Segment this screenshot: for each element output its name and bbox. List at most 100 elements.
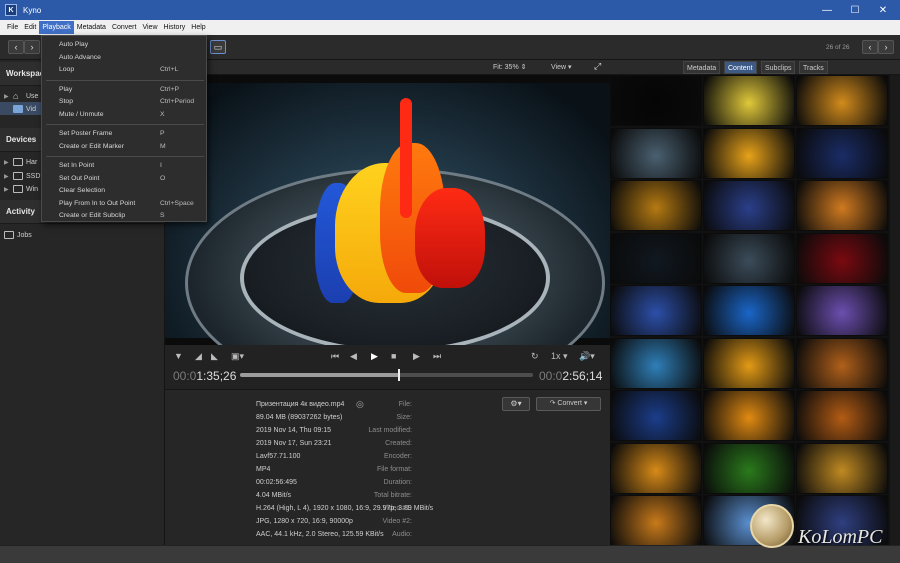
view-mode-icon[interactable]: ▭ — [210, 40, 226, 54]
tab-subclips[interactable]: Subclips — [761, 61, 796, 74]
menu-item-create-or-edit-subclip[interactable]: Create or Edit Subclip S — [42, 210, 206, 222]
menu-item-auto-play[interactable]: Auto Play — [42, 39, 206, 51]
menu-item-set-in-point[interactable]: Set In Point I — [42, 160, 206, 172]
marker-icon[interactable]: ▼ — [174, 351, 183, 361]
step-back-icon[interactable]: ◀ — [350, 351, 357, 362]
clip-thumbnail[interactable] — [703, 232, 795, 284]
fullscreen-icon[interactable]: ⤢ — [594, 61, 601, 72]
view-menu-button[interactable]: View ▾ — [551, 60, 572, 75]
menu-convert[interactable]: Convert — [109, 21, 140, 34]
content-thumbnail-grid — [610, 75, 890, 546]
in-point-icon[interactable]: ◢ — [195, 351, 202, 362]
menu-item-stop[interactable]: Stop Ctrl+Period — [42, 96, 206, 108]
back-arrow-icon[interactable]: ‹ — [8, 40, 24, 54]
menu-item-set-poster-frame[interactable]: Set Poster Frame P — [42, 128, 206, 140]
clip-thumbnail[interactable] — [796, 180, 888, 231]
tab-tracks[interactable]: Tracks — [799, 61, 828, 74]
forward-arrow-icon[interactable]: › — [24, 40, 40, 54]
loop-icon[interactable]: ↻ — [531, 351, 539, 362]
clip-thumbnail[interactable] — [610, 75, 702, 126]
clip-thumbnail[interactable] — [796, 127, 888, 179]
clip-thumbnail[interactable] — [610, 232, 702, 284]
menu-item-label: Mute / Unmute — [59, 110, 104, 118]
out-point-icon[interactable]: ◣ — [211, 351, 218, 362]
clip-thumbnail[interactable] — [703, 390, 795, 441]
menu-item-loop[interactable]: Loop Ctrl+L — [42, 64, 206, 76]
device-item-ssd[interactable]: ▶ SSD — [4, 170, 40, 182]
reveal-file-icon[interactable]: ◎ — [356, 398, 364, 411]
menu-help[interactable]: Help — [188, 21, 208, 34]
menu-item-clear-selection[interactable]: Clear Selection — [42, 185, 206, 197]
info-row: File format: MP4 — [165, 463, 610, 476]
subclip-icon[interactable]: ▣▾ — [231, 351, 244, 362]
clip-thumbnail[interactable] — [610, 495, 702, 546]
tab-content[interactable]: Content — [724, 61, 757, 74]
minimize-icon[interactable]: — — [812, 0, 842, 20]
clip-thumbnail[interactable] — [610, 127, 702, 179]
clip-thumbnail[interactable] — [796, 75, 888, 126]
clip-thumbnail[interactable] — [610, 285, 702, 336]
menu-item-set-out-point[interactable]: Set Out Point O — [42, 173, 206, 185]
menu-playback[interactable]: Playback — [39, 21, 74, 34]
clip-thumbnail[interactable] — [610, 390, 702, 441]
clip-thumbnail[interactable] — [703, 75, 795, 126]
menu-item-play[interactable]: Play Ctrl+P — [42, 84, 206, 96]
clip-thumbnail[interactable] — [703, 285, 795, 336]
workspace-item-video[interactable]: Vid — [4, 103, 36, 115]
menu-file[interactable]: File — [4, 21, 21, 34]
clip-thumbnail[interactable] — [796, 442, 888, 494]
play-icon[interactable]: ▶ — [371, 351, 378, 362]
menu-view[interactable]: View — [139, 21, 160, 34]
clip-thumbnail[interactable] — [796, 390, 888, 441]
menu-edit[interactable]: Edit — [21, 21, 39, 34]
playback-speed-select[interactable]: 1x ▾ — [551, 351, 568, 362]
maximize-icon[interactable]: ☐ — [840, 0, 870, 20]
playhead-handle[interactable] — [398, 369, 400, 381]
clip-thumbnail[interactable] — [703, 180, 795, 231]
info-row: Duration: 00:02:56:495 — [165, 476, 610, 489]
expand-caret-icon[interactable]: ▶ — [4, 159, 10, 166]
clip-thumbnail[interactable] — [796, 232, 888, 284]
clip-thumbnail[interactable] — [703, 337, 795, 389]
device-item-hard-drive[interactable]: ▶ Har — [4, 156, 37, 168]
fit-zoom-select[interactable]: Fit: 35% ⇕ — [493, 60, 527, 75]
go-to-end-icon[interactable]: ⏭ — [433, 351, 441, 362]
clip-thumbnail[interactable] — [796, 337, 888, 389]
menu-metadata[interactable]: Metadata — [74, 21, 109, 34]
convert-button[interactable]: ↷ Convert ▾ — [536, 397, 601, 411]
volume-icon[interactable]: 🔊▾ — [579, 351, 595, 362]
menu-item-mute-unmute[interactable]: Mute / Unmute X — [42, 109, 206, 121]
next-clip-icon[interactable]: › — [878, 40, 894, 54]
expand-caret-icon[interactable]: ▶ — [4, 93, 10, 100]
menu-item-create-or-edit-marker[interactable]: Create or Edit Marker M — [42, 141, 206, 153]
expand-caret-icon[interactable]: ▶ — [4, 173, 10, 180]
jobs-icon — [4, 231, 14, 239]
stop-icon[interactable]: ■ — [391, 351, 396, 361]
info-row: Created: 2019 Nov 17, Sun 23:21 — [165, 437, 610, 450]
clip-thumbnail[interactable] — [796, 285, 888, 336]
thumbnail-scrollbar[interactable] — [890, 75, 900, 545]
menu-history[interactable]: History — [161, 21, 189, 34]
menu-item-auto-advance[interactable]: Auto Advance — [42, 52, 206, 64]
clip-thumbnail[interactable] — [610, 442, 702, 494]
clip-thumbnail[interactable] — [703, 442, 795, 494]
device-item-windows[interactable]: ▶ Win — [4, 183, 38, 195]
workspace-item-users[interactable]: ▶ ⌂ Use — [4, 90, 38, 102]
clip-thumbnail[interactable] — [610, 180, 702, 231]
prev-clip-icon[interactable]: ‹ — [862, 40, 878, 54]
menu-item-play-from-in-to-out-point[interactable]: Play From In to Out Point Ctrl+Space — [42, 198, 206, 210]
expand-caret-icon[interactable]: ▶ — [4, 186, 10, 193]
info-label: Total bitrate: — [373, 492, 412, 499]
settings-gear-icon[interactable]: ⚙▾ — [502, 397, 530, 411]
info-label: File: — [398, 401, 412, 408]
clip-thumbnail[interactable] — [703, 127, 795, 179]
tab-metadata[interactable]: Metadata — [683, 61, 721, 74]
close-icon[interactable]: ✕ — [868, 0, 898, 20]
menu-item-label: Auto Play — [59, 41, 89, 48]
go-to-start-icon[interactable]: ⏮ — [331, 351, 339, 362]
clip-thumbnail[interactable] — [610, 337, 702, 389]
video-player[interactable] — [165, 75, 610, 345]
jobs-item[interactable]: Jobs — [4, 229, 32, 241]
timeline-scrubber[interactable] — [240, 369, 533, 381]
step-forward-icon[interactable]: ▶ — [413, 351, 420, 362]
